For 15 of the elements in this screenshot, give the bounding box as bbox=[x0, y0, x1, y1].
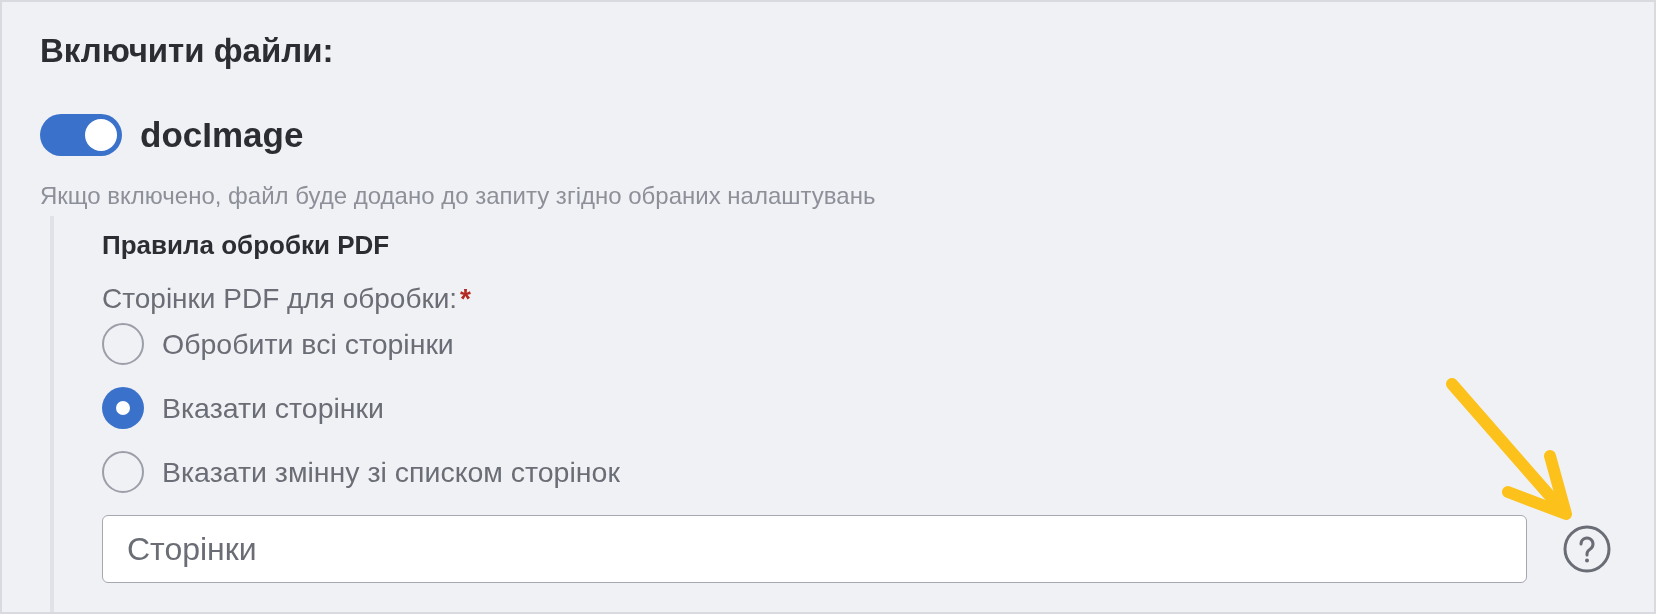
required-mark: * bbox=[460, 283, 471, 315]
hint-text: Якщо включено, файл буде додано до запиту згідно обраних налаштувань bbox=[40, 182, 876, 210]
help-icon[interactable] bbox=[1563, 525, 1611, 573]
rules-title: Правила обробки PDF bbox=[102, 230, 390, 260]
toggle-switch[interactable] bbox=[40, 114, 122, 156]
option-label[interactable]: Вказати сторінки bbox=[162, 391, 384, 425]
field-label: Сторінки PDF для обробки: bbox=[102, 283, 458, 315]
radio-button[interactable] bbox=[102, 387, 144, 429]
toggle-label: docImage bbox=[140, 115, 304, 155]
radio-button[interactable] bbox=[102, 451, 144, 493]
pages-field[interactable]: Сторінки bbox=[102, 515, 1527, 583]
option-label[interactable]: Вказати змінну зі списком сторінок bbox=[162, 455, 620, 489]
radio-button[interactable] bbox=[102, 323, 144, 365]
option-label[interactable]: Обробити всі сторінки bbox=[162, 327, 454, 361]
section-title: Включити файли: bbox=[40, 32, 334, 70]
